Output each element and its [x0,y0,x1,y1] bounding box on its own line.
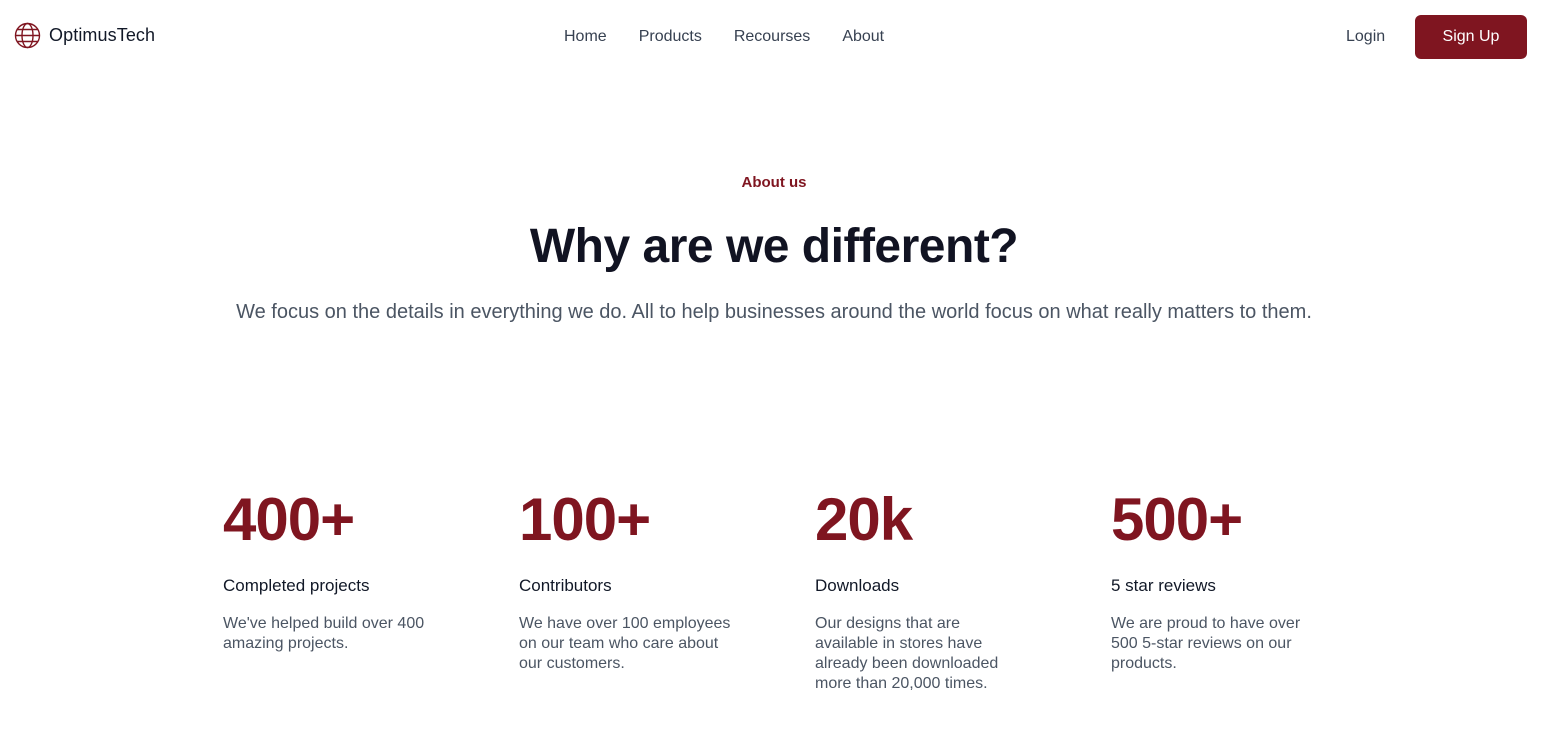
stat-card-completed-projects: 400+ Completed projects We've helped bui… [223,487,463,654]
site-header: OptimusTech Home Products Recourses Abou… [0,0,1568,74]
nav-link-recourses[interactable]: Recourses [734,27,810,47]
page-title: Why are we different? [529,220,1019,273]
brand-logo-link[interactable]: OptimusTech [14,22,155,49]
stat-description: We've helped build over 400 amazing proj… [223,615,425,652]
stat-label: Completed projects [223,576,370,595]
stat-value: 20k [815,486,913,553]
brand-name: OptimusTech [49,25,156,45]
page-subtitle: We focus on the details in everything we… [236,301,1312,323]
login-link[interactable]: Login [1346,27,1385,47]
globe-icon [14,22,41,49]
nav-link-products[interactable]: Products [639,27,702,47]
stat-label: Contributors [519,576,612,595]
stat-label: 5 star reviews [1111,576,1216,595]
stat-value: 100+ [519,486,651,553]
stats-grid: 400+ Completed projects We've helped bui… [223,487,1409,717]
stat-card-contributors: 100+ Contributors We have over 100 emplo… [519,487,759,674]
sign-up-button[interactable]: Sign Up [1415,15,1527,59]
stat-label: Downloads [815,576,900,595]
stat-card-downloads: 20k Downloads Our designs that are avail… [815,487,1021,694]
stat-card-five-star-reviews: 500+ 5 star reviews We are proud to have… [1111,487,1351,674]
section-eyebrow: About us [741,174,807,191]
stat-value: 400+ [223,486,355,553]
stat-value: 500+ [1111,486,1243,553]
main-nav: Home Products Recourses About [564,27,884,47]
stat-description: Our designs that are available in stores… [815,615,999,692]
nav-link-about[interactable]: About [842,27,884,47]
nav-link-home[interactable]: Home [564,27,607,47]
stat-description: We are proud to have over 500 5-star rev… [1111,615,1301,672]
stat-description: We have over 100 employees on our team w… [519,615,731,672]
